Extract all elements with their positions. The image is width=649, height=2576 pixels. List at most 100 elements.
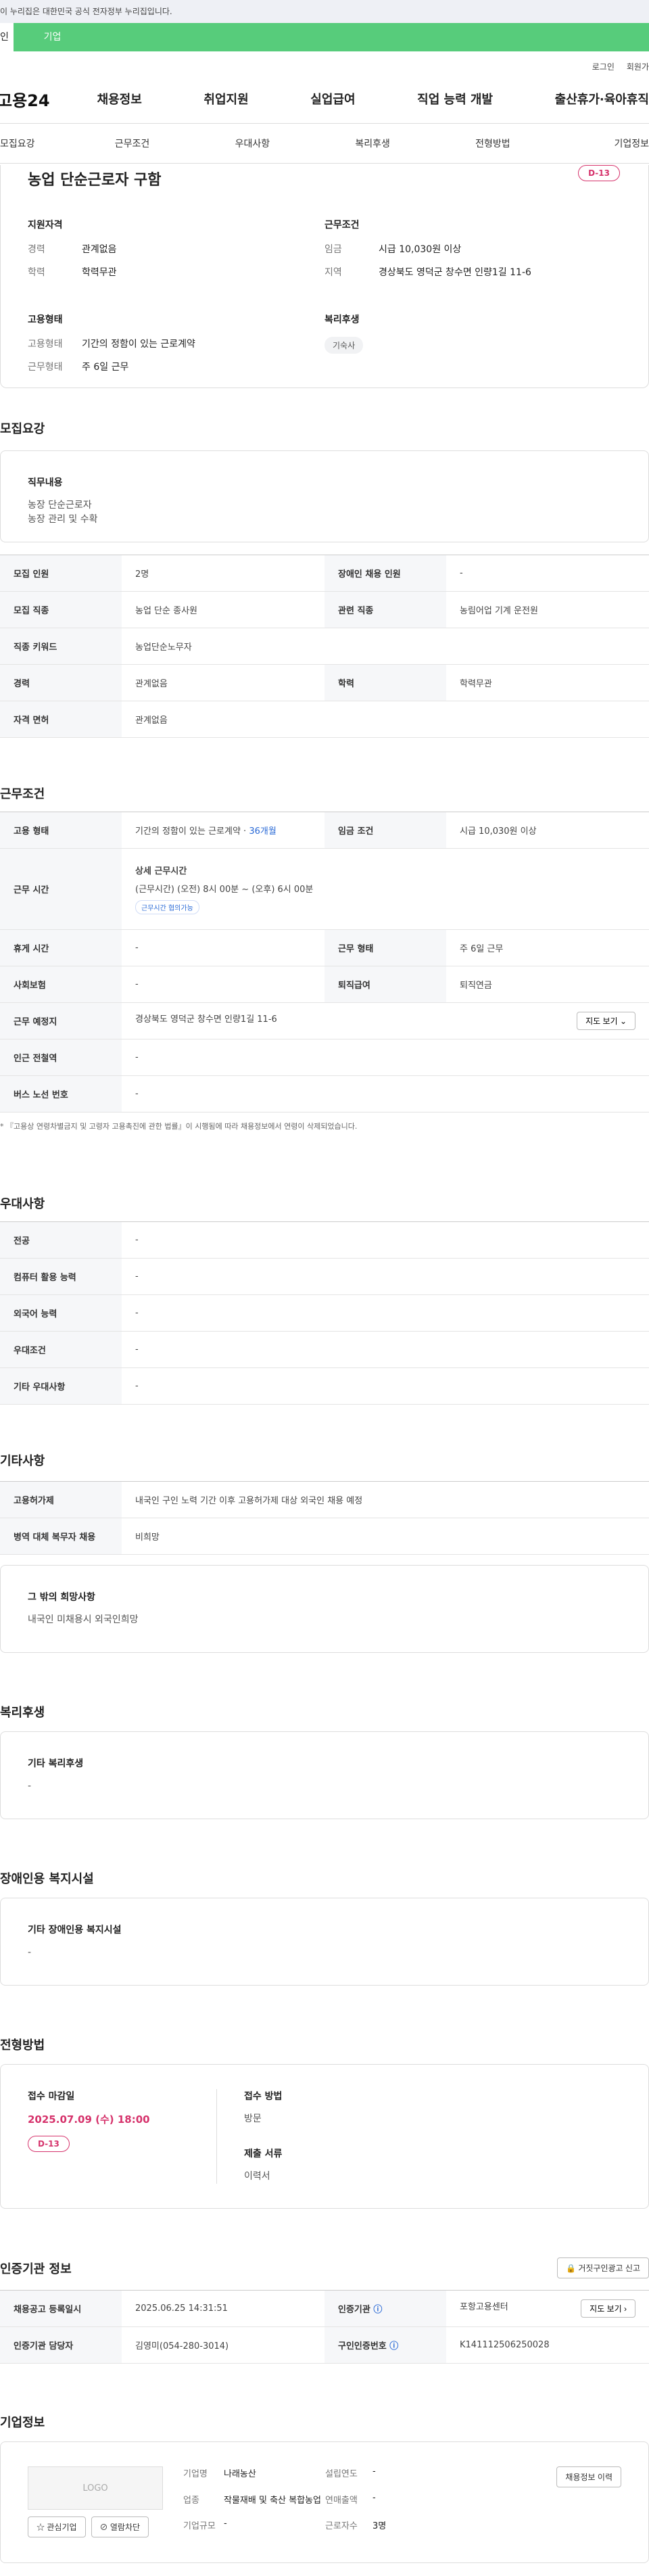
table-row: 외국어 능력 - (0, 1294, 649, 1332)
cell-label: 사회보험 (0, 966, 122, 1003)
cert-org-label: 인증기관 (338, 2305, 370, 2315)
cell-value: - (122, 1258, 649, 1295)
top-tabs: 인 기업 (0, 23, 649, 51)
fav-label: 관심기업 (47, 2523, 77, 2532)
cell-label: 기타 우대사항 (0, 1367, 122, 1405)
work-title: 근무조건 (0, 787, 45, 801)
recruit-title: 모집요강 (0, 422, 45, 436)
chevron-right-icon: › (624, 2304, 627, 2314)
cell-label: 구인인증번호 ⓘ (324, 2326, 446, 2364)
cell-value: 주 6일 근무 (446, 929, 649, 966)
cell-label: 장애인 채용 인원 (324, 555, 446, 592)
table-row: 직종 키워드 농업단순노무자 (0, 628, 649, 665)
table-row: 우대조건 - (0, 1331, 649, 1368)
cell-label: 전공 (0, 1221, 122, 1259)
type-shape-label: 근무형태 (28, 362, 63, 373)
disabled-title: 장애인용 복지시설 (0, 1872, 94, 1886)
table-row: 경력 관계없음 학력 학력무관 (0, 664, 649, 701)
qual-title: 지원자격 (28, 220, 63, 231)
cell-value: 시급 10,030원 이상 (446, 812, 649, 849)
hope-title: 그 밖의 희망사항 (28, 1592, 95, 1603)
table-row: 인증기관 담당자 김영미(054-280-3014) 구인인증번호 ⓘ K141… (0, 2326, 649, 2364)
cell-value: 상세 근무시간 (근무시간) (오전) 8시 00분 ~ (오후) 6시 00분… (122, 848, 649, 930)
revenue-value: - (372, 2492, 376, 2503)
gnb-leave[interactable]: 출산휴가·육아휴직 (555, 90, 649, 108)
lock-icon: 🔒 (566, 2264, 576, 2273)
gov-banner: 이 누리집은 대한민국 공식 전자정부 누리집입니다. (0, 0, 649, 23)
anchor-recruit[interactable]: 모집요강 (0, 137, 72, 150)
hope-box: 그 밖의 희망사항 내국인 미채용시 외국인희망 (0, 1565, 649, 1653)
cell-label: 경력 (0, 664, 122, 701)
company-logo: LOGO (28, 2466, 163, 2510)
etc-title: 기타사항 (0, 1454, 45, 1468)
anchor-pref[interactable]: 우대사항 (192, 137, 312, 150)
tab-personal[interactable]: 인 (0, 23, 14, 51)
signup-link[interactable]: 회원가 (627, 61, 649, 72)
employees-value: 3명 (372, 2521, 387, 2532)
cert-map-button[interactable]: 지도 보기 › (581, 2299, 635, 2318)
cell-label: 고용 형태 (0, 812, 122, 849)
table-row: 근무 예정지 경상북도 영덕군 창수면 인량1길 11-6 지도 보기 ⌄ (0, 1002, 649, 1039)
login-link[interactable]: 로그인 (592, 61, 615, 72)
cell-label: 근무 예정지 (0, 1002, 122, 1039)
duty-line-2: 농장 관리 및 수확 (28, 514, 98, 525)
cell-label: 학력 (324, 664, 446, 701)
table-row: 컴퓨터 활용 능력 - (0, 1258, 649, 1295)
hope-value: 내국인 미채용시 외국인희망 (28, 1614, 139, 1625)
global-nav: 고용24 채용정보 취업지원 실업급여 직업 능력 개발 출산휴가·육아휴직 (0, 81, 649, 116)
cell-value: - (122, 1075, 649, 1113)
table-row: 채용공고 등록일시 2025.06.25 14:31:51 인증기관 ⓘ 포항고… (0, 2290, 649, 2327)
cell-value: - (122, 966, 324, 1003)
cell-value: K141112506250028 (446, 2326, 649, 2364)
gnb-training[interactable]: 직업 능력 개발 (417, 90, 493, 108)
cell-label: 인증기관 담당자 (0, 2326, 122, 2364)
anchor-benefit[interactable]: 복리후생 (312, 137, 433, 150)
founded-label: 설립연도 (325, 2469, 358, 2479)
site-logo[interactable]: 고용24 (0, 87, 50, 111)
history-button[interactable]: 채용정보 이력 (556, 2466, 621, 2487)
industry-value: 작물재배 및 축산 복합농업 (224, 2495, 321, 2506)
cell-label: 병역 대체 복무자 채용 (0, 1518, 122, 1555)
company-name-label: 기업명 (183, 2469, 208, 2479)
pref-table: 전공 - 컴퓨터 활용 능력 - 외국어 능력 - 우대조건 - 기타 우대사항 - (0, 1221, 649, 1405)
industry-label: 업종 (183, 2495, 199, 2506)
cell-value: - (122, 929, 324, 966)
report-button-label: 거짓구인광고 신고 (578, 2264, 640, 2273)
place-value: 경상북도 영덕군 창수면 인량1길 11-6 (135, 1014, 277, 1025)
benefit-box-title: 기타 복리후생 (28, 1758, 84, 1769)
type-title: 고용형태 (28, 314, 63, 325)
anchor-work[interactable]: 근무조건 (72, 137, 193, 150)
favorite-company-button[interactable]: ☆ 관심기업 (28, 2516, 86, 2537)
cell-value: 관계없음 (122, 701, 649, 738)
process-box: 접수 마감일 2025.07.09 (수) 18:00 D-13 접수 방법 방… (0, 2064, 649, 2209)
cell-value: - (122, 1039, 649, 1076)
cell-label: 직종 키워드 (0, 628, 122, 665)
anchor-process[interactable]: 전형방법 (433, 137, 553, 150)
cert-map-label: 지도 보기 (590, 2304, 622, 2314)
anchor-company[interactable]: 기업정보 (553, 137, 649, 150)
map-button[interactable]: 지도 보기 ⌄ (577, 1012, 635, 1030)
revenue-label: 연매출액 (325, 2495, 358, 2506)
cond-title: 근무조건 (324, 220, 360, 231)
gnb-employment-support[interactable]: 취업지원 (203, 90, 248, 108)
table-row: 인근 전철역 - (0, 1039, 649, 1076)
info-icon[interactable]: ⓘ (389, 2341, 398, 2351)
utility-links: 로그인 회원가 (0, 51, 649, 81)
gnb-jobs[interactable]: 채용정보 (97, 90, 142, 108)
duty-box: 직무내용 농장 단순근로자 농장 관리 및 수확 (0, 450, 649, 542)
cell-label: 컴퓨터 활용 능력 (0, 1258, 122, 1295)
type-employ-value: 기간의 정함이 있는 근로계약 (82, 339, 195, 350)
anchor-nav: 모집요강 근무조건 우대사항 복리후생 전형방법 기업정보 (0, 123, 649, 164)
age-note: * 『고용상 연령차별금지 및 고령자 고용촉진에 관한 법률』이 시행됨에 따… (0, 1122, 358, 1131)
cell-value: 경상북도 영덕군 창수면 인량1길 11-6 지도 보기 ⌄ (122, 1002, 649, 1039)
tab-company[interactable]: 기업 (14, 23, 91, 51)
report-button[interactable]: 🔒 거짓구인광고 신고 (557, 2257, 649, 2278)
gnb-unemployment[interactable]: 실업급여 (310, 90, 355, 108)
block-view-button[interactable]: ⊘ 열람차단 (91, 2516, 149, 2537)
info-icon[interactable]: ⓘ (373, 2305, 382, 2315)
company-box: LOGO ☆ 관심기업 ⊘ 열람차단 기업명 나래농산 설립연도 - 업종 작물… (0, 2441, 649, 2563)
method-label: 접수 방법 (244, 2091, 283, 2102)
cell-value: - (446, 555, 649, 592)
process-title: 전형방법 (0, 2038, 45, 2053)
time-flex-chip: 근무시간 협의가능 (135, 900, 199, 914)
